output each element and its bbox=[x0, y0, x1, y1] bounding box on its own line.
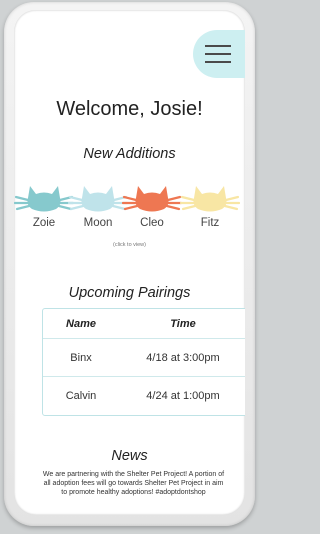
table-header-row: Name Time bbox=[43, 309, 245, 339]
column-header-time: Time bbox=[170, 317, 196, 330]
cat-card-cleo[interactable]: Cleo bbox=[122, 178, 182, 229]
new-additions-title: New Additions bbox=[83, 146, 176, 162]
table-row[interactable]: Binx 4/18 at 3:00pm bbox=[43, 339, 245, 377]
news-title: News bbox=[111, 448, 148, 464]
phone-frame: Welcome, Josie! New Additions Zoie Moon … bbox=[4, 2, 255, 526]
cat-name: Fitz bbox=[200, 217, 220, 229]
cat-face-icon bbox=[180, 186, 240, 212]
cat-face-icon bbox=[122, 186, 182, 212]
cat-name: Moon bbox=[83, 217, 113, 229]
cat-face-icon bbox=[14, 186, 74, 212]
cat-card-zoie[interactable]: Zoie bbox=[14, 178, 74, 229]
pairing-name: Binx bbox=[70, 351, 92, 364]
welcome-heading: Welcome, Josie! bbox=[56, 98, 203, 120]
cat-name: Zoie bbox=[32, 217, 56, 229]
pairings-table: Name Time Binx 4/18 at 3:00pm Calvin 4/2… bbox=[42, 308, 245, 416]
click-hint: (click to view) bbox=[112, 242, 146, 248]
pairings-title: Upcoming Pairings bbox=[68, 285, 191, 301]
table-row[interactable]: Calvin 4/24 at 1:00pm bbox=[43, 377, 245, 415]
cat-card-moon[interactable]: Moon bbox=[68, 178, 128, 229]
column-header-name: Name bbox=[66, 317, 96, 330]
app-screen: Welcome, Josie! New Additions Zoie Moon … bbox=[14, 10, 245, 515]
cat-name: Cleo bbox=[140, 217, 164, 229]
pairing-name: Calvin bbox=[65, 390, 97, 402]
hamburger-menu-icon[interactable] bbox=[193, 30, 245, 78]
new-additions-list: Zoie Moon Cleo Fitz bbox=[14, 178, 245, 238]
cat-face-icon bbox=[68, 186, 128, 212]
pairing-time: 4/18 at 3:00pm bbox=[146, 351, 220, 364]
cat-card-fitz[interactable]: Fitz bbox=[180, 178, 240, 229]
news-body: We are partnering with the Shelter Pet P… bbox=[42, 471, 225, 496]
pairing-time: 4/24 at 1:00pm bbox=[146, 390, 220, 402]
